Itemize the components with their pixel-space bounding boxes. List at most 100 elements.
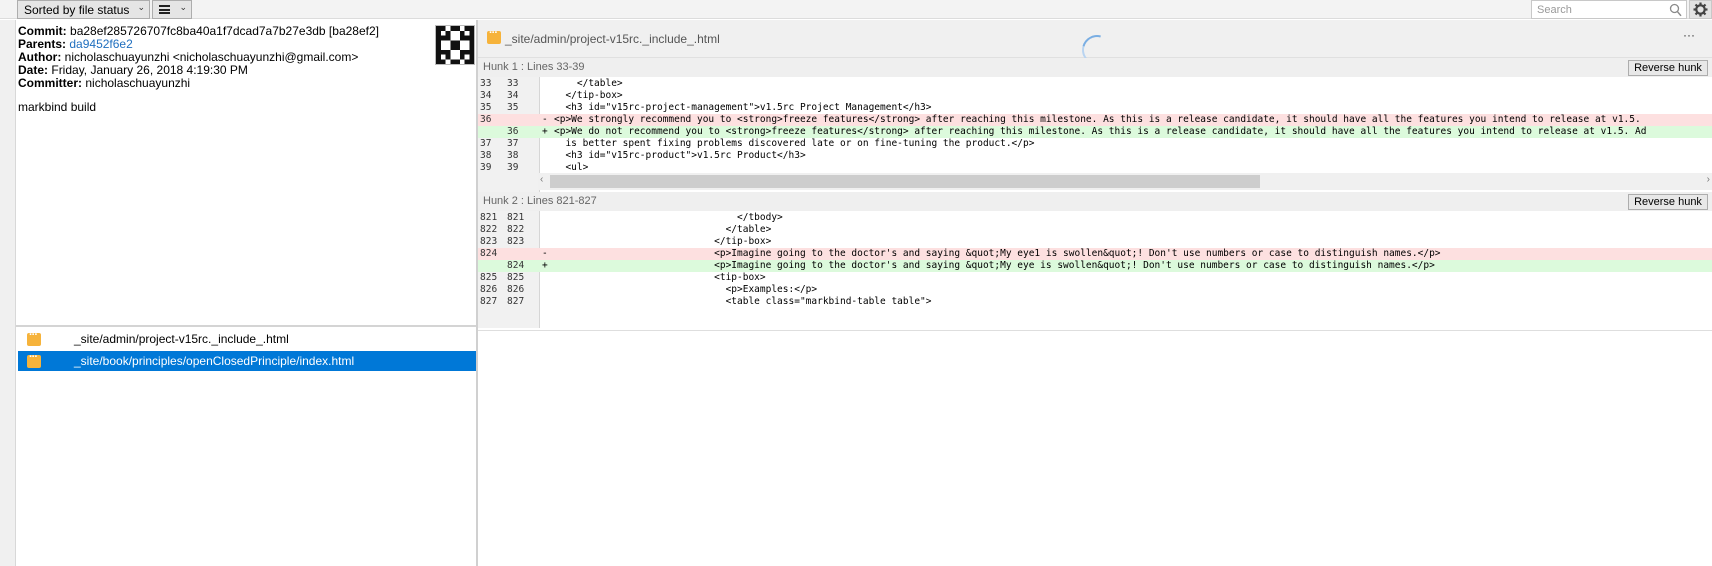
sort-dropdown[interactable]: Sorted by file status ⌄ [17,0,150,19]
line-numbers: 821 821 [478,212,540,224]
changed-files-list: _site/admin/project-v15rc._include_.html… [16,327,476,566]
search-box[interactable] [1531,0,1687,19]
diff-line-context[interactable]: <h3 id="v15rc-product">v1.5rc Product</h… [540,150,1712,162]
line-numbers: 824 [478,260,540,272]
new-line-number: 33 [507,78,519,89]
new-line-number: 36 [507,126,519,137]
search-input[interactable] [1537,2,1667,18]
old-line-number: 827 [480,296,498,307]
toolbar: Sorted by file status ⌄ ⌄ [0,0,1712,19]
commit-message: markbind build [18,100,97,114]
author-label: Author: [18,50,62,64]
parent-commit-link[interactable]: da9452f6e2 [69,37,132,51]
reverse-hunk-button[interactable]: Reverse hunk [1628,60,1708,76]
old-line-number: 35 [480,102,492,113]
diff-sign [542,296,552,308]
modified-file-icon [27,329,41,346]
code-text: <p>Imagine going to the doctor's and say… [554,248,1441,259]
diff-sign: + [542,260,548,271]
hunk-title: Hunk 1 : Lines 33-39 [483,61,585,73]
reverse-hunk-button[interactable]: Reverse hunk [1628,194,1708,210]
line-numbers: 36 [478,114,540,126]
code-text: <p>Examples:</p> [554,284,818,295]
new-line-number: 39 [507,162,519,173]
line-numbers: 38 38 [478,150,540,162]
new-line-number: 827 [507,296,525,307]
diff-line-added[interactable]: + <p>We do not recommend you to <strong>f… [540,126,1712,138]
avatar-identicon [436,26,474,64]
line-numbers: 825 825 [478,272,540,284]
hunk-header: Hunk 1 : Lines 33-39 Reverse hunk [478,58,1712,77]
line-numbers: 39 39 [478,162,540,174]
diff-sign [542,272,552,284]
search-icon[interactable] [1669,3,1682,17]
settings-button[interactable] [1689,0,1712,19]
scrollbar-thumb[interactable] [550,175,1260,188]
diff-line-removed[interactable]: - <p>Imagine going to the doctor's and s… [540,248,1712,260]
diff-line-context[interactable]: </table> [540,78,1712,90]
avatar [435,25,475,65]
new-line-number: 37 [507,138,519,149]
old-line-number: 823 [480,236,498,247]
new-line-number: 823 [507,236,525,247]
diff-line-added[interactable]: + <p>Imagine going to the doctor's and s… [540,260,1712,272]
diff-line-context[interactable]: <p>Examples:</p> [540,284,1712,296]
line-number-gutter: 33 33 34 34 35 35 36 36 37 37 38 38 39 39 [478,77,540,210]
commit-label: Commit: [18,24,67,38]
diff-line-context[interactable]: <tip-box> [540,272,1712,284]
more-options-button[interactable]: ··· [1683,28,1695,42]
old-line-number: 37 [480,138,492,149]
diff-line-context[interactable]: <table class="markbind-table table"> [540,296,1712,308]
diff-sign [542,212,552,224]
old-line-number: 826 [480,284,498,295]
view-options-dropdown[interactable]: ⌄ [152,0,192,19]
old-line-number: 824 [480,248,498,259]
diff-end-divider [478,330,1712,331]
diff-sign: + [542,126,548,137]
code-text: <p>We do not recommend you to <strong>fr… [554,126,1647,137]
old-line-number: 821 [480,212,498,223]
code-text: <tip-box> [554,272,766,283]
date-value: Friday, January 26, 2018 4:19:30 PM [51,63,248,77]
scroll-right-icon[interactable]: › [1707,174,1710,185]
line-numbers: 34 34 [478,90,540,102]
file-name: _site/book/principles/openClosedPrincipl… [74,354,355,368]
diff-line-context[interactable]: <h3 id="v15rc-project-management">v1.5rc… [540,102,1712,114]
modified-file-icon [487,27,501,44]
line-numbers: 33 33 [478,78,540,90]
commit-hash: ba28ef285726707fc8ba40a1f7dcad7a7b27e3db… [70,24,379,38]
date-label: Date: [18,63,49,77]
diff-line-context[interactable]: </tbody> [540,212,1712,224]
new-line-number: 826 [507,284,525,295]
left-gutter [0,20,16,566]
code-text: </tip-box> [554,236,772,247]
horizontal-scrollbar[interactable]: ‹ › [538,173,1712,190]
diff-sign [542,284,552,296]
old-line-number: 825 [480,272,498,283]
file-name: _site/admin/project-v15rc._include_.html [74,332,289,346]
diff-line-context[interactable]: is better spent fixing problems discover… [540,138,1712,150]
diff-sign [542,102,552,114]
diff-sign [542,78,552,90]
diff-line-context[interactable]: </table> [540,224,1712,236]
commit-details: Commit: ba28ef285726707fc8ba40a1f7dcad7a… [16,20,476,325]
code-text: <p>We strongly recommend you to <strong>… [554,114,1641,125]
file-list-item[interactable]: _site/admin/project-v15rc._include_.html [18,329,476,349]
line-numbers: 823 823 [478,236,540,248]
diff-line-context[interactable]: <ul> [540,162,1712,173]
parents-label: Parents: [18,37,67,51]
line-numbers: 822 822 [478,224,540,236]
file-list-item-selected[interactable]: _site/book/principles/openClosedPrincipl… [18,351,476,371]
diff-file-path: _site/admin/project-v15rc._include_.html [505,32,720,46]
diff-sign [542,150,552,162]
diff-line-context[interactable]: </tip-box> [540,236,1712,248]
code-text: </tip-box> [554,90,623,101]
scroll-left-icon[interactable]: ‹ [540,174,543,185]
hunk-title: Hunk 2 : Lines 821-827 [483,195,597,207]
old-line-number: 34 [480,90,492,101]
code-text: </tbody> [554,212,783,223]
diff-line-removed[interactable]: - <p>We strongly recommend you to <strong… [540,114,1712,126]
hunk-2: Hunk 2 : Lines 821-827 Reverse hunk 821 8… [478,192,1712,360]
list-view-icon [159,5,170,14]
diff-line-context[interactable]: </tip-box> [540,90,1712,102]
